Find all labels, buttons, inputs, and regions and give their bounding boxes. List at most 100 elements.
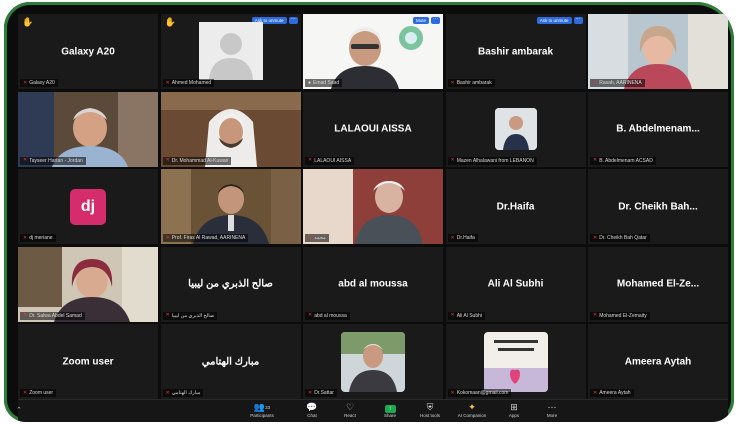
more-options-button[interactable]: ··· [431,17,440,24]
participant-tile-mohammad-al-kuwari[interactable]: ✕ Dr. Mohammad Al-Kuwari [160,91,301,167]
participant-label: ✕ Dr. Salwa Abdel Samad [20,311,85,320]
participant-tile-mazen-alhalawani[interactable]: ✕ Mazen Alhalawani from LEBANON [445,91,586,167]
participant-name: Ali Al Subhi [487,278,544,290]
mic-icon: ● [308,79,312,86]
participant-name: مبارك الهتامي [201,356,260,367]
initials-avatar: dj [70,188,106,225]
audio-settings-chevron-icon[interactable]: ⌃ [16,406,22,414]
participants-icon: 👥 [253,402,266,412]
react-button[interactable]: ♡ React [332,402,368,419]
sparkle-icon: ✦ [468,402,476,412]
mic-muted-icon: ✕ [23,389,28,396]
participant-tile-saleh-aldabri[interactable]: صالح الذبري من ليبيا ✕ صالح الذبري من ليب… [160,246,301,322]
participant-video [18,91,158,167]
participant-name: LALAOUI AISSA [334,123,412,135]
participant-label: ✕ صالح الذبري من ليبيا [162,311,218,320]
ai-companion-button[interactable]: ✦ AI Companion [454,402,490,419]
raised-hand-icon: ✋ [164,17,176,27]
participant-tile-firas-al-rawad[interactable]: ✕ Prof. Firas Al Rawad, AARINENA [160,169,301,244]
participant-video [160,169,301,244]
mic-muted-icon: ✕ [308,234,313,241]
share-screen-icon: ↑ [384,405,396,413]
heart-icon: ♡ [345,402,355,412]
host-tools-button[interactable]: ⛨ Host tools [412,402,448,419]
participant-tile-dr-haifa[interactable]: Dr.Haifa ✕ Dr.Haifa [445,169,586,244]
participant-tile-rasah[interactable]: ✕ Rasah, AARINENA [588,14,728,89]
participant-tile-ahmed-mohamed[interactable]: ✋ Ask to unmute ··· ✕ Ahmed Mohamed [160,14,301,89]
participant-label: ✕ dj meriane [20,234,56,242]
mic-muted-icon: ✕ [23,312,28,318]
participant-tile-mohammed[interactable]: ✕ محمد [303,169,443,244]
mic-muted-icon: ✕ [593,389,598,396]
participant-video [303,14,443,89]
participant-label: ✕ Dr. Mohammad Al-Kuwari [162,156,232,165]
participant-label: ✕ Bashir ambarak [447,79,495,87]
apps-button[interactable]: ⊞ Apps [496,402,532,419]
profile-photo [494,108,537,150]
participant-tile-mubarak-alhattami[interactable]: مبارك الهتامي ✕ مبارك الهتامي [160,324,301,399]
participant-name: B. Abdelmenam... [616,123,700,135]
participant-tile-dr-sattar[interactable]: ✕ Dr.Sattar [303,324,443,399]
participant-label: ✕ مبارك الهتامي [162,389,204,397]
participant-tile-b-abdelmenam[interactable]: B. Abdelmenam... ✕ B. Abdelmenam ACSAD [588,91,728,167]
profile-photo [483,331,548,392]
participant-name: Ameera Aytah [624,356,692,367]
ask-to-unmute-button[interactable]: Ask to unmute [536,17,572,24]
toolbar-label: Apps [508,413,520,418]
mic-muted-icon: ✕ [165,157,170,163]
mic-muted-icon: ✕ [593,79,598,86]
participant-tile-lalaoui-aissa[interactable]: LALAOUI AISSA ✕ LALAOUI AISSA [303,91,443,167]
participant-tile-emad-saad[interactable]: Mute ··· ● Emad Saad [303,14,443,89]
participant-label: ✕ Ameera Aytah [590,389,634,397]
participant-tile-ali-al-subhi[interactable]: Ali Al Subhi ✕ Ali Al Subhi [445,246,586,322]
participant-tile-ameera-aytah[interactable]: Ameera Aytah ✕ Ameera Aytah [588,324,728,399]
participant-label: ✕ Mazen Alhalawani from LEBANON [447,156,537,165]
participant-label: ✕ LALAOUI AISSA [305,156,355,165]
participant-video [18,246,158,322]
apps-icon: ⊞ [510,402,518,412]
toolbar-label: React [344,413,356,418]
chat-button[interactable]: 💬 Chat [294,402,330,419]
participant-name: Galaxy A20 [61,46,115,57]
participant-label: ● Emad Saad [305,79,343,87]
meeting-toolbar: ⌃ 👥33 Participants 💬 Chat ♡ React ↑ Shar… [16,399,728,422]
mic-muted-icon: ✕ [593,157,598,163]
mic-muted-icon: ✕ [593,312,598,318]
participant-name: Bashir ambarak [477,46,554,57]
participant-tile-tayseer[interactable]: ✕ Tayseer Hartan - Jordan [18,91,158,167]
mic-muted-icon: ✕ [23,157,28,163]
zoom-meeting-window: ✋ Galaxy A20 ✕ Galaxy A20 ✋ Ask to unmute… [4,2,734,422]
mic-muted-icon: ✕ [450,79,455,86]
mic-muted-icon: ✕ [450,157,455,163]
mic-muted-icon: ✕ [308,312,313,318]
participant-tile-zoom-user[interactable]: Zoom user ✕ Zoom user [18,324,158,399]
participant-tile-galaxy-a20[interactable]: ✋ Galaxy A20 ✕ Galaxy A20 [18,14,158,89]
participant-video [588,14,728,89]
participant-tile-abd-al-moussa[interactable]: abd al moussa ✕ abd al moussa [303,246,443,322]
gallery-view: ✋ Galaxy A20 ✕ Galaxy A20 ✋ Ask to unmute… [18,14,728,399]
mic-muted-icon: ✕ [593,234,598,241]
participant-video [160,91,301,167]
more-button[interactable]: ⋯ More [534,402,570,419]
toolbar-label: Participants [250,413,274,418]
more-options-button[interactable]: ··· [288,17,298,24]
mic-muted-icon: ✕ [308,157,313,163]
mute-button[interactable]: Mute [412,17,429,24]
share-button[interactable]: ↑ Share [372,402,408,419]
participants-button[interactable]: 👥33 Participants [244,402,280,419]
toolbar-label: Chat [307,413,317,418]
participant-tile-salwa-abdel-samad[interactable]: ✕ Dr. Salwa Abdel Samad [18,246,158,322]
participant-tile-mohamed-el-zemaity[interactable]: Mohamed El-Ze... ✕ Mohamed El-Zemaity [588,246,728,322]
participant-tile-bashir-ambarak[interactable]: Ask to unmute ··· Bashir ambarak ✕ Bashir… [445,14,586,89]
participant-tile-kokomaan[interactable]: ✕ Kokomaan@gmail.com [445,324,586,399]
participant-label: ✕ Ahmed Mohamed [162,79,215,87]
participant-name: Dr.Haifa [496,201,535,212]
participant-label: ✕ abd al moussa [305,311,350,320]
participant-tile-dr-cheikh-bah[interactable]: Dr. Cheikh Bah... ✕ Dr. Cheikh Bah Qatar [588,169,728,244]
participant-tile-dj-meriane[interactable]: dj ✕ dj meriane [18,169,158,244]
participant-label: ✕ Dr.Haifa [447,234,478,242]
participant-label: ✕ Kokomaan@gmail.com [447,389,512,397]
toolbar-label: More [546,413,558,418]
more-options-button[interactable]: ··· [573,17,583,24]
participant-name: Dr. Cheikh Bah... [618,201,698,212]
